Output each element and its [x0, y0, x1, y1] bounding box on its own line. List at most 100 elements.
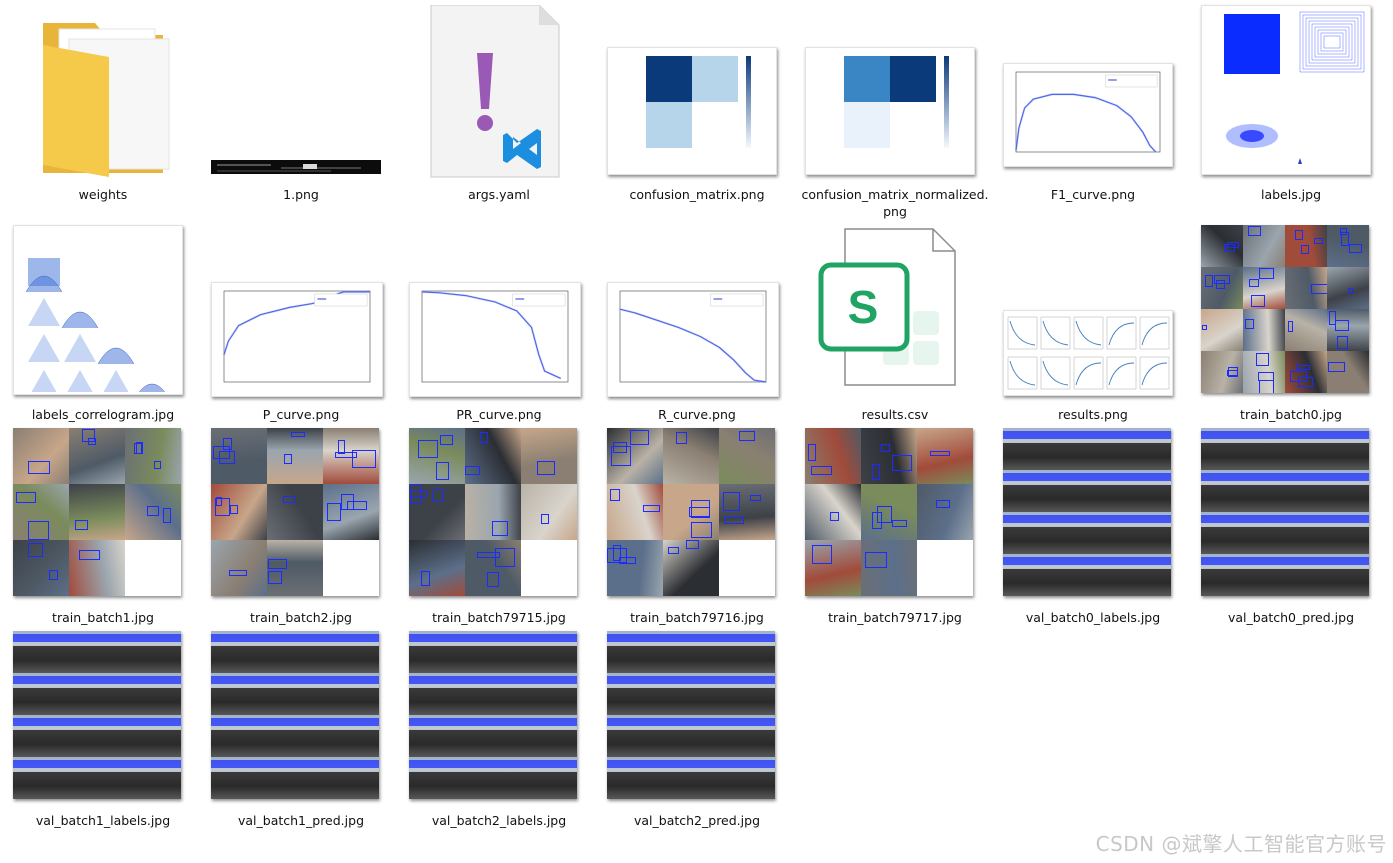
- bbox: [686, 540, 700, 550]
- file-item[interactable]: confusion_matrix.png: [607, 5, 787, 205]
- mosaic-cell: [211, 540, 267, 596]
- bbox: [479, 431, 488, 444]
- file-item[interactable]: confusion_matrix_normalized.png: [802, 5, 989, 219]
- file-name: val_batch2_labels.jpg: [431, 813, 567, 828]
- file-item[interactable]: Sresults.csv: [805, 225, 985, 425]
- file-item[interactable]: R_curve.png: [607, 225, 787, 425]
- mosaic-cell: [1285, 554, 1327, 596]
- file-thumbnail: [13, 428, 193, 608]
- file-item[interactable]: 1.png: [211, 5, 391, 205]
- bbox: [295, 760, 337, 768]
- bbox: [1310, 284, 1327, 294]
- bbox: [1243, 515, 1285, 523]
- mosaic-cell: [1045, 554, 1087, 596]
- mosaic-cell: [337, 715, 379, 757]
- watermark: CSDN @斌擎人工智能官方账号: [1095, 832, 1387, 856]
- mosaic-cell: [917, 540, 973, 596]
- file-item[interactable]: labels.jpg: [1201, 5, 1381, 205]
- file-item[interactable]: results.png: [1003, 225, 1183, 425]
- bbox: [432, 488, 444, 502]
- mosaic-cell: [1285, 351, 1327, 393]
- mosaic-cell: [409, 540, 465, 596]
- file-item[interactable]: train_batch0.jpg: [1201, 225, 1381, 425]
- bbox: [649, 760, 691, 768]
- mosaic-cell: [97, 631, 139, 673]
- bbox: [810, 466, 832, 475]
- bbox: [409, 718, 451, 726]
- bbox: [78, 549, 101, 560]
- file-item[interactable]: val_batch0_labels.jpg: [1003, 428, 1183, 628]
- bbox: [739, 431, 756, 441]
- bbox: [253, 760, 295, 768]
- svg-text:S: S: [848, 281, 879, 333]
- photo-mosaic: [211, 631, 379, 799]
- bbox: [691, 718, 733, 726]
- bbox: [1313, 238, 1323, 245]
- mosaic-cell: [97, 715, 139, 757]
- mosaic-cell: [13, 484, 69, 540]
- file-item[interactable]: val_batch2_pred.jpg: [607, 631, 787, 831]
- bbox: [936, 500, 951, 508]
- mosaic-cell: [719, 484, 775, 540]
- bbox: [1244, 319, 1254, 330]
- bbox: [493, 760, 535, 768]
- file-item[interactable]: train_batch2.jpg: [211, 428, 391, 628]
- file-item[interactable]: val_batch1_labels.jpg: [13, 631, 193, 831]
- mosaic-cell: [861, 428, 917, 484]
- file-thumbnail: [805, 428, 985, 608]
- mosaic-cell: [493, 757, 535, 799]
- mosaic-cell: [1045, 470, 1087, 512]
- mosaic-cell: [733, 715, 775, 757]
- file-name: train_batch1.jpg: [52, 610, 154, 625]
- file-item[interactable]: labels_correlogram.jpg: [13, 225, 193, 425]
- file-item[interactable]: weights: [13, 5, 193, 205]
- file-name: R_curve.png: [658, 407, 736, 422]
- file-item[interactable]: train_batch79715.jpg: [409, 428, 589, 628]
- bbox: [609, 488, 621, 501]
- bbox: [1243, 557, 1285, 565]
- bbox: [1045, 515, 1087, 523]
- bbox: [733, 760, 775, 768]
- bbox: [253, 718, 295, 726]
- bbox: [1287, 320, 1293, 332]
- file-item[interactable]: train_batch79716.jpg: [607, 428, 787, 628]
- file-item[interactable]: P_curve.png: [211, 225, 391, 425]
- photo-mosaic: [607, 631, 775, 799]
- file-thumbnail: [607, 5, 787, 185]
- file-item[interactable]: PR_curve.png: [409, 225, 589, 425]
- bbox: [253, 634, 295, 642]
- mosaic-cell: [917, 484, 973, 540]
- mosaic-cell: [97, 673, 139, 715]
- bbox: [535, 676, 577, 684]
- file-item[interactable]: F1_curve.png: [1003, 5, 1183, 205]
- mosaic-cell: [1045, 512, 1087, 554]
- mosaic-cell: [1201, 225, 1243, 267]
- mosaic-cell: [521, 428, 577, 484]
- bbox: [291, 431, 306, 438]
- mosaic-cell: [535, 631, 577, 673]
- mosaic-cell: [323, 484, 379, 540]
- file-item[interactable]: train_batch79717.jpg: [805, 428, 985, 628]
- bbox: [139, 718, 181, 726]
- file-thumbnail: [211, 631, 391, 811]
- file-item[interactable]: train_batch1.jpg: [13, 428, 193, 628]
- file-item[interactable]: val_batch2_labels.jpg: [409, 631, 589, 831]
- mosaic-cell: [1003, 470, 1045, 512]
- file-name: 1.png: [283, 187, 319, 202]
- mosaic-cell: [409, 484, 465, 540]
- bbox: [494, 548, 516, 568]
- mosaic-cell: [1327, 470, 1369, 512]
- file-item[interactable]: val_batch0_pred.jpg: [1201, 428, 1381, 628]
- bbox: [97, 634, 139, 642]
- mosaic-cell: [267, 428, 323, 484]
- photo-mosaic: [409, 631, 577, 799]
- bbox: [1003, 557, 1045, 565]
- mosaic-cell: [1045, 428, 1087, 470]
- mosaic-cell: [663, 428, 719, 484]
- mosaic-cell: [1087, 470, 1129, 512]
- file-item[interactable]: val_batch1_pred.jpg: [211, 631, 391, 831]
- mosaic-cell: [465, 428, 521, 484]
- bbox: [691, 499, 711, 518]
- file-item[interactable]: args.yaml: [409, 4, 589, 205]
- mosaic-cell: [535, 673, 577, 715]
